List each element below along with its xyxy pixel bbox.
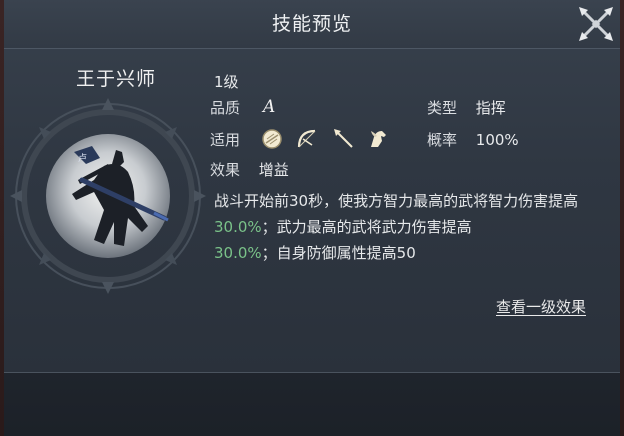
effect-value: 增益 [258, 161, 289, 179]
description-text: ；武力最高的武将武力伤害提高 [261, 218, 472, 236]
type-label: 类型 [427, 99, 458, 117]
description-text: ；自身防御属性提高50 [261, 244, 416, 262]
shield-icon [262, 129, 282, 149]
panel-title: 技能预览 [271, 13, 352, 35]
view-level1-effect-link[interactable]: 查看一级效果 [496, 296, 586, 317]
rate-label: 概率 [427, 131, 458, 149]
skill-name: 王于兴师 [75, 68, 156, 90]
horse-icon [371, 131, 386, 147]
effect-row: 效果 增益 [210, 159, 289, 180]
description-text: 战斗开始前30秒，使我方智力最高的武将智力伤害提高 [214, 192, 579, 210]
quality-value: A [263, 97, 276, 117]
panel-header: 技能预览 [4, 0, 620, 49]
effect-label: 效果 [210, 161, 241, 179]
type-value: 指挥 [475, 99, 506, 117]
spear-icon [334, 129, 353, 148]
scene-edge-right [620, 0, 624, 436]
description-highlight-value: 30.0% [214, 244, 262, 262]
applicable-label: 适用 [210, 131, 241, 149]
skill-description: 战斗开始前30秒，使我方智力最高的武将智力伤害提高30.0%；武力最高的武将武力… [214, 188, 604, 266]
rate-value: 100% [475, 131, 519, 149]
skill-preview-panel: 技能预览 王于兴师 卢 1级 品质 A 类型 指挥 适用 概率 100% 效果 … [4, 0, 620, 373]
skill-level: 1级 [214, 73, 239, 91]
close-icon [579, 7, 613, 41]
type-row: 类型 指挥 [427, 97, 506, 118]
skill-emblem-icon: 卢 [10, 98, 206, 294]
rate-row: 概率 100% [427, 129, 519, 150]
bow-icon [297, 129, 316, 148]
close-button[interactable] [576, 4, 616, 44]
quality-row: 品质 [210, 97, 240, 118]
svg-text:卢: 卢 [78, 152, 87, 164]
applicable-row: 适用 [210, 129, 240, 150]
quality-label: 品质 [210, 99, 241, 117]
description-highlight-value: 30.0% [214, 218, 262, 236]
